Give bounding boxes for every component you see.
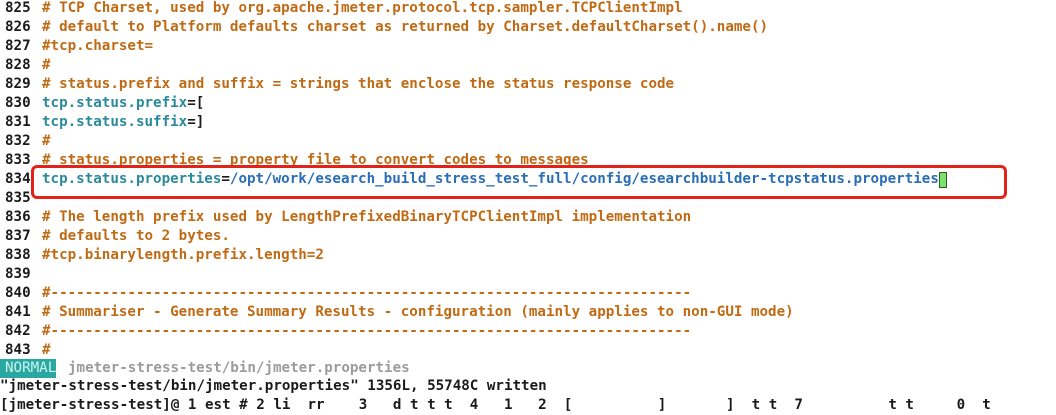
line-number: 839	[5, 266, 31, 282]
line-number: 833	[5, 152, 31, 168]
status-line: NORMAL jmeter-stress-test/bin/jmeter.pro…	[0, 359, 1056, 378]
code-text-comment: # defaults to 2 bytes.	[42, 228, 230, 244]
code-text-val: /opt/work/esearch_build_stress_test_full…	[229, 171, 939, 187]
code-line[interactable]: 835	[0, 189, 1056, 208]
code-text-comment: #tcp.binarylength.prefix.length=2	[42, 247, 324, 263]
code-text-op: =[	[187, 95, 205, 111]
code-text-comment: # status.prefix and suffix = strings tha…	[42, 76, 675, 92]
line-number: 842	[5, 323, 31, 339]
code-text-comment: #tcp.charset=	[42, 38, 154, 54]
code-line[interactable]: 839	[0, 265, 1056, 284]
line-number: 837	[5, 228, 31, 244]
code-text-comment: # TCP Charset, used by org.apache.jmeter…	[42, 0, 683, 16]
line-number: 834	[5, 171, 31, 187]
code-line[interactable]: 827 #tcp.charset=	[0, 37, 1056, 56]
code-line[interactable]: 831 tcp.status.suffix =]	[0, 113, 1056, 132]
code-line[interactable]: 826 # default to Platform defaults charse…	[0, 18, 1056, 37]
code-text-comment: # Summariser - Generate Summary Results …	[42, 304, 794, 320]
line-number: 826	[5, 19, 31, 35]
mode-indicator: NORMAL	[0, 359, 56, 378]
code-text-comment: #	[42, 133, 51, 149]
code-text-op: =	[221, 171, 230, 187]
line-number: 843	[5, 342, 31, 358]
code-line[interactable]: 825 # TCP Charset, used by org.apache.jme…	[0, 0, 1056, 18]
line-number: 827	[5, 38, 31, 54]
line-number: 838	[5, 247, 31, 263]
code-line[interactable]: 830 tcp.status.prefix =[	[0, 94, 1056, 113]
code-text-comment: # default to Platform defaults charset a…	[42, 19, 769, 35]
line-number: 825	[5, 0, 31, 16]
code-line[interactable]: 838 #tcp.binarylength.prefix.length=2	[0, 246, 1056, 265]
code-text-comment: #	[42, 342, 51, 358]
line-number: 841	[5, 304, 31, 320]
code-line[interactable]: 837 # defaults to 2 bytes.	[0, 227, 1056, 246]
line-number: 836	[5, 209, 31, 225]
line-number: 828	[5, 57, 31, 73]
code-text-comment: #	[42, 57, 51, 73]
code-line[interactable]: 828 #	[0, 56, 1056, 75]
code-text-op: =]	[187, 114, 205, 130]
vim-editor[interactable]: 825 # TCP Charset, used by org.apache.jme…	[0, 0, 1056, 413]
code-line[interactable]: 842 #------------------------------------…	[0, 322, 1056, 341]
line-number: 830	[5, 95, 31, 111]
code-line[interactable]: 841 # Summariser - Generate Summary Resul…	[0, 303, 1056, 322]
line-number: 835	[5, 190, 31, 206]
code-text-key: tcp.status.prefix	[42, 95, 188, 111]
code-line[interactable]: 840 #------------------------------------…	[0, 284, 1056, 303]
code-line[interactable]: 834 tcp.status.properties =/opt/work/esear…	[0, 170, 1056, 189]
code-text-comment: #---------------------------------------…	[42, 285, 692, 301]
code-text-key: tcp.status.suffix	[42, 114, 188, 130]
code-line[interactable]: 843 #	[0, 341, 1056, 360]
editor-lines[interactable]: 825 # TCP Charset, used by org.apache.jme…	[0, 0, 1056, 360]
code-line[interactable]: 829 # status.prefix and suffix = strings …	[0, 75, 1056, 94]
status-file-path: jmeter-stress-test/bin/jmeter.properties	[68, 360, 410, 376]
code-line[interactable]: 833 # status.properties = property file t…	[0, 151, 1056, 170]
code-text-comment: #---------------------------------------…	[42, 323, 692, 339]
partial-bottom-line: [jmeter-stress-test]@ 1 est # 2 li rr 3 …	[0, 397, 1008, 413]
code-text-comment: # status.properties = property file to c…	[42, 152, 589, 168]
line-number: 832	[5, 133, 31, 149]
text-cursor	[938, 172, 947, 188]
code-line[interactable]: 836 # The length prefix used by LengthPre…	[0, 208, 1056, 227]
code-line[interactable]: 832 #	[0, 132, 1056, 151]
code-text-comment: # The length prefix used by LengthPrefix…	[42, 209, 692, 225]
line-number: 831	[5, 114, 31, 130]
code-text-key: tcp.status.properties	[42, 171, 222, 187]
line-number: 829	[5, 76, 31, 92]
line-number: 840	[5, 285, 31, 301]
command-line-message[interactable]: "jmeter-stress-test/bin/jmeter.propertie…	[0, 377, 1056, 396]
